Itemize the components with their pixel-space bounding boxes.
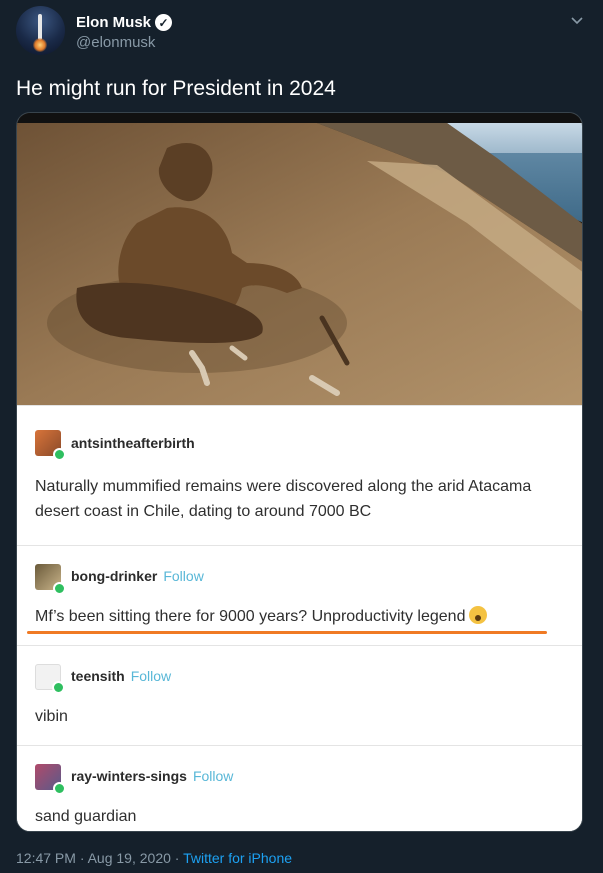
plume-decoration bbox=[33, 38, 47, 52]
avatar[interactable] bbox=[16, 6, 65, 55]
username-text[interactable]: ray-winters-sings bbox=[71, 768, 187, 784]
follow-button[interactable]: Follow bbox=[163, 568, 203, 584]
status-badge bbox=[53, 782, 66, 795]
post-ray-winters-sings: ray-winters-sings Follow sand guardian bbox=[17, 745, 582, 831]
screaming-face-icon bbox=[469, 606, 488, 624]
rocket-icon bbox=[38, 14, 42, 40]
author-handle[interactable]: @elonmusk bbox=[76, 34, 155, 51]
post-username[interactable]: ray-winters-sings Follow bbox=[71, 768, 233, 784]
username-text[interactable]: antsintheafterbirth bbox=[71, 435, 195, 451]
author-name-text[interactable]: Elon Musk bbox=[76, 14, 151, 31]
tweet-meta: 12:47 PM · Aug 19, 2020 · Twitter for iP… bbox=[16, 850, 292, 866]
author-name[interactable]: Elon Musk ✓ bbox=[76, 14, 173, 31]
follow-button[interactable]: Follow bbox=[131, 668, 171, 684]
verified-badge-icon: ✓ bbox=[155, 14, 173, 31]
follow-button[interactable]: Follow bbox=[193, 768, 233, 784]
highlight-underline bbox=[27, 631, 547, 634]
post-username[interactable]: teensith Follow bbox=[71, 668, 171, 684]
chevron-down-icon[interactable] bbox=[567, 10, 587, 30]
post-text: Naturally mummified remains were discove… bbox=[35, 478, 532, 520]
status-badge bbox=[53, 582, 66, 595]
post-username[interactable]: bong-drinker Follow bbox=[71, 568, 204, 584]
avatar[interactable] bbox=[35, 564, 66, 595]
avatar[interactable] bbox=[35, 664, 65, 694]
username-text[interactable]: teensith bbox=[71, 668, 125, 684]
post-antsintheafterbirth: antsintheafterbirth Naturally mummified … bbox=[17, 405, 582, 525]
post-username[interactable]: antsintheafterbirth bbox=[71, 435, 195, 451]
source-link[interactable]: Twitter for iPhone bbox=[183, 850, 292, 866]
post-text: sand guardian bbox=[35, 808, 137, 825]
status-badge bbox=[52, 681, 65, 694]
post-bong-drinker: bong-drinker Follow Mf’s been sitting the… bbox=[17, 545, 582, 645]
tweet-text: He might run for President in 2024 bbox=[16, 77, 336, 100]
tweet-media[interactable]: antsintheafterbirth Naturally mummified … bbox=[16, 112, 583, 832]
post-teensith: teensith Follow vibin bbox=[17, 645, 582, 745]
avatar[interactable] bbox=[35, 764, 66, 795]
status-badge bbox=[53, 448, 66, 461]
username-text[interactable]: bong-drinker bbox=[71, 568, 157, 584]
post-text: vibin bbox=[35, 708, 68, 725]
post-text: Mf’s been sitting there for 9000 years? … bbox=[35, 604, 568, 629]
post-text-content: Mf’s been sitting there for 9000 years? … bbox=[35, 608, 466, 625]
mummy-photo[interactable] bbox=[17, 113, 582, 405]
tweet-header: Elon Musk ✓ @elonmusk bbox=[16, 6, 587, 58]
avatar[interactable] bbox=[35, 430, 66, 461]
timestamp[interactable]: 12:47 PM · Aug 19, 2020 · bbox=[16, 850, 183, 866]
